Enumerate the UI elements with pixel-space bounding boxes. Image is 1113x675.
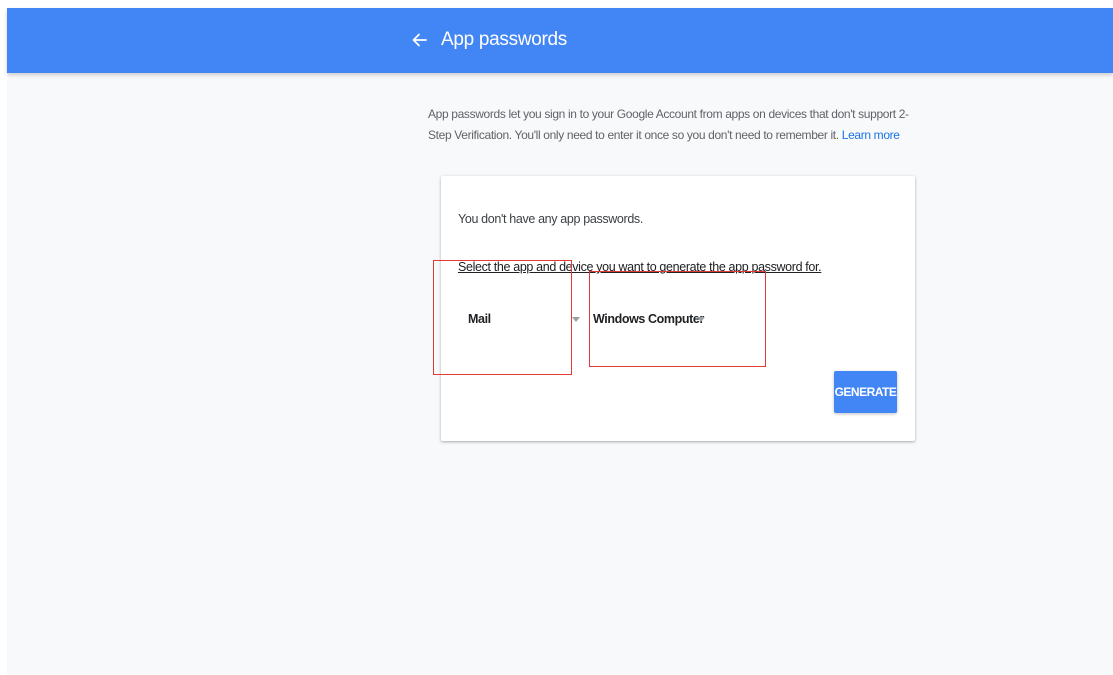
select-app-value: Mail: [468, 312, 491, 326]
arrow-back-icon[interactable]: [409, 28, 431, 52]
select-device-dropdown[interactable]: Windows Computer: [593, 309, 723, 329]
learn-more-link[interactable]: Learn more: [842, 128, 900, 142]
page-title: App passwords: [441, 29, 568, 50]
app-passwords-card: You don't have any app passwords. Select…: [441, 176, 915, 441]
empty-state-message: You don't have any app passwords.: [458, 212, 643, 226]
select-instructions: Select the app and device you want to ge…: [458, 260, 822, 274]
select-device-value: Windows Computer: [593, 312, 704, 326]
app-bar: App passwords: [7, 8, 1113, 73]
dropdown-caret-icon: [697, 317, 705, 322]
generate-button[interactable]: GENERATE: [834, 371, 897, 413]
dropdown-caret-icon: [572, 317, 580, 322]
select-app-dropdown[interactable]: Mail: [468, 309, 588, 329]
intro-text: App passwords let you sign in to your Go…: [428, 107, 909, 142]
intro-paragraph: App passwords let you sign in to your Go…: [428, 104, 928, 146]
page-background: App passwords App passwords let you sign…: [7, 8, 1113, 675]
